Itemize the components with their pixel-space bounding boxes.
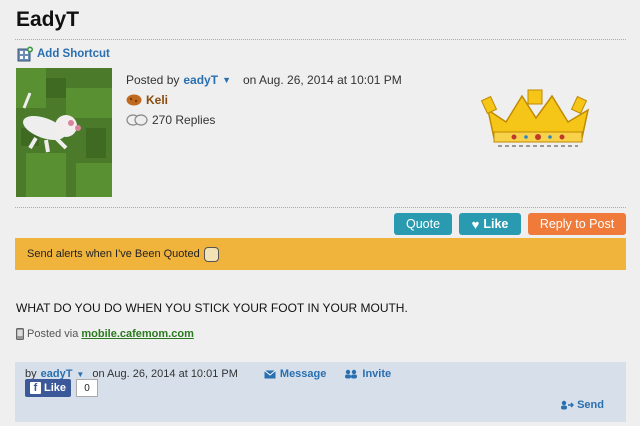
- divider-mid: [15, 207, 626, 208]
- post-date: on Aug. 26, 2014 at 10:01 PM: [242, 73, 402, 87]
- avatar-image: [16, 68, 112, 197]
- reply-label: Reply to Post: [539, 217, 615, 231]
- quote-label: Quote: [405, 217, 441, 231]
- posted-via-label: Posted via: [27, 328, 79, 340]
- posted-via-link[interactable]: mobile.cafemom.com: [81, 328, 193, 340]
- post-body: WHAT DO YOU DO WHEN YOU STICK YOUR FOOT …: [16, 301, 408, 315]
- posted-via: Posted via mobile.cafemom.com: [16, 328, 194, 340]
- add-shortcut-label: Add Shortcut: [37, 48, 110, 60]
- people-icon: [345, 369, 358, 379]
- quote-button[interactable]: Quote: [394, 213, 452, 235]
- like-button[interactable]: ♥ Like: [459, 213, 521, 235]
- post-footer: by eadyT ▼ on Aug. 26, 2014 at 10:01 PM …: [15, 362, 626, 422]
- invite-link[interactable]: Invite: [362, 368, 391, 380]
- reply-to-post-button[interactable]: Reply to Post: [528, 213, 626, 235]
- add-shortcut-icon: [17, 46, 33, 62]
- like-label: Like: [483, 217, 509, 231]
- facebook-icon: f: [30, 382, 41, 394]
- facebook-like-count: 0: [76, 379, 99, 397]
- dropdown-arrow-icon[interactable]: ▼: [222, 75, 231, 85]
- facebook-like-label: Like: [44, 382, 67, 394]
- crown-icon: [480, 89, 590, 147]
- divider-top: [15, 39, 626, 40]
- replies-bubbles-icon: [126, 114, 148, 126]
- send-people-icon: [561, 400, 575, 410]
- message-link[interactable]: Message: [280, 368, 326, 380]
- posted-by-label: Posted by: [126, 73, 180, 87]
- phone-icon: [16, 328, 24, 340]
- facebook-like-widget: f Like 0: [25, 379, 99, 397]
- author-link[interactable]: eadyT: [183, 73, 218, 87]
- facebook-like-button[interactable]: f Like: [25, 379, 72, 397]
- footer-dropdown-arrow-icon[interactable]: ▼: [76, 370, 84, 379]
- heart-icon: ♥: [471, 216, 480, 232]
- alert-label: Send alerts when I've Been Quoted: [27, 248, 200, 260]
- footer-date: on Aug. 26, 2014 at 10:01 PM: [92, 368, 238, 380]
- send-label: Send: [577, 399, 604, 411]
- alert-checkbox[interactable]: [203, 246, 219, 262]
- quote-alert-bar: Send alerts when I've Been Quoted: [15, 238, 626, 270]
- add-shortcut-button[interactable]: Add Shortcut: [17, 46, 110, 62]
- envelope-icon: [264, 369, 276, 378]
- cookie-badge-icon: [126, 94, 142, 106]
- page-title: EadyT: [16, 8, 80, 31]
- badge-name: Keli: [146, 93, 169, 107]
- avatar[interactable]: [16, 68, 112, 197]
- send-button[interactable]: Send: [560, 399, 604, 411]
- post-meta: Posted by eadyT ▼ on Aug. 26, 2014 at 10…: [126, 70, 402, 130]
- reply-count[interactable]: 270 Replies: [152, 113, 215, 127]
